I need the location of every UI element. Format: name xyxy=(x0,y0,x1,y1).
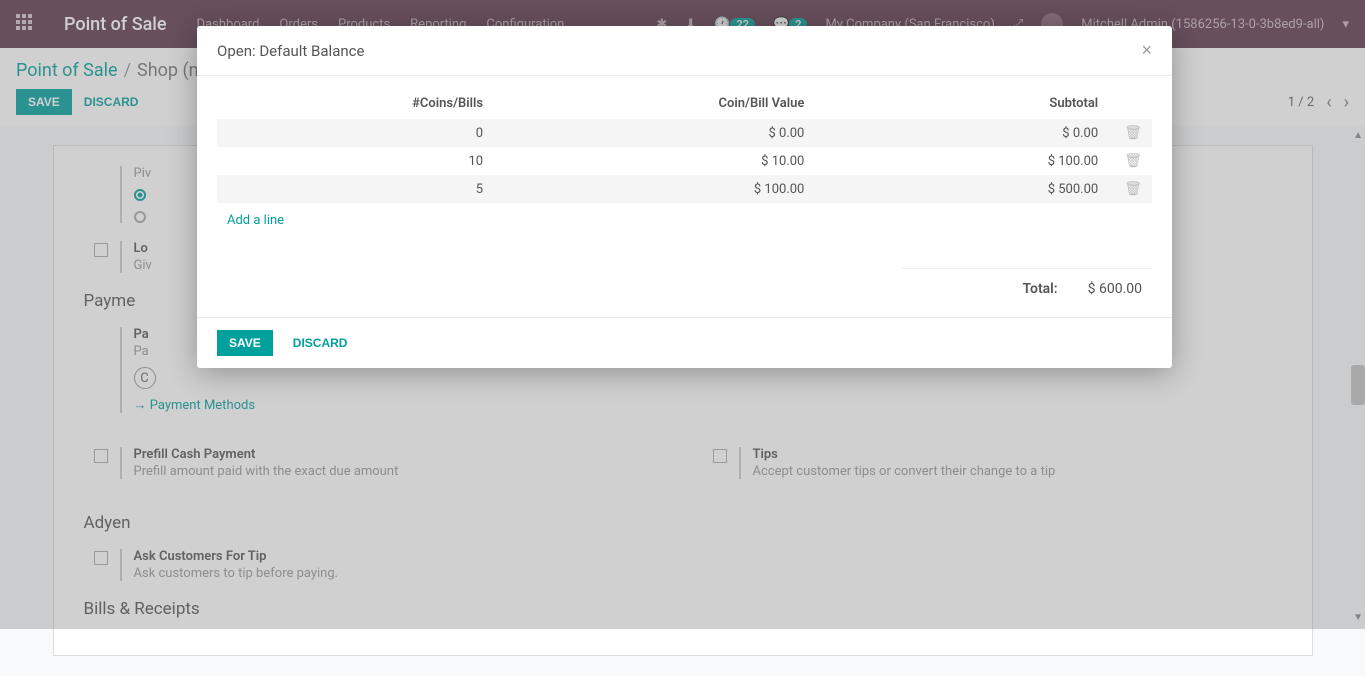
col-value: Coin/Bill Value xyxy=(493,88,814,119)
modal-title: Open: Default Balance xyxy=(217,42,364,60)
cell-count[interactable]: 0 xyxy=(217,119,493,147)
trash-icon[interactable]: 🗑 xyxy=(1118,153,1142,169)
cell-subtotal: $ 500.00 xyxy=(814,175,1108,203)
table-row[interactable]: 0$ 0.00$ 0.00🗑 xyxy=(217,119,1152,147)
cell-subtotal: $ 0.00 xyxy=(814,119,1108,147)
total-label: Total: xyxy=(1022,281,1057,297)
table-row[interactable]: 5$ 100.00$ 500.00 🗑 xyxy=(217,175,1152,203)
add-line-link[interactable]: Add a line xyxy=(217,203,294,228)
col-count: #Coins/Bills xyxy=(217,88,493,119)
modal-save-button[interactable]: SAVE xyxy=(217,330,273,356)
cell-count[interactable]: 10 xyxy=(217,147,493,175)
close-icon[interactable]: × xyxy=(1141,40,1152,61)
cell-value[interactable]: $ 100.00 xyxy=(493,175,814,203)
trash-icon[interactable]: 🗑 xyxy=(1118,181,1142,197)
cell-value[interactable]: $ 0.00 xyxy=(493,119,814,147)
table-row[interactable]: 10$ 10.00$ 100.00 🗑 xyxy=(217,147,1152,175)
cell-value[interactable]: $ 10.00 xyxy=(493,147,814,175)
col-subtotal: Subtotal xyxy=(814,88,1108,119)
cell-subtotal: $ 100.00 xyxy=(814,147,1108,175)
modal-default-balance: Open: Default Balance × #Coins/Bills Coi… xyxy=(197,26,1172,368)
coins-bills-table: #Coins/Bills Coin/Bill Value Subtotal 0$… xyxy=(217,88,1152,203)
cell-count[interactable]: 5 xyxy=(217,175,493,203)
total-value: $ 600.00 xyxy=(1088,281,1142,297)
trash-icon[interactable]: 🗑 xyxy=(1118,125,1142,141)
modal-discard-button[interactable]: DISCARD xyxy=(281,330,360,356)
